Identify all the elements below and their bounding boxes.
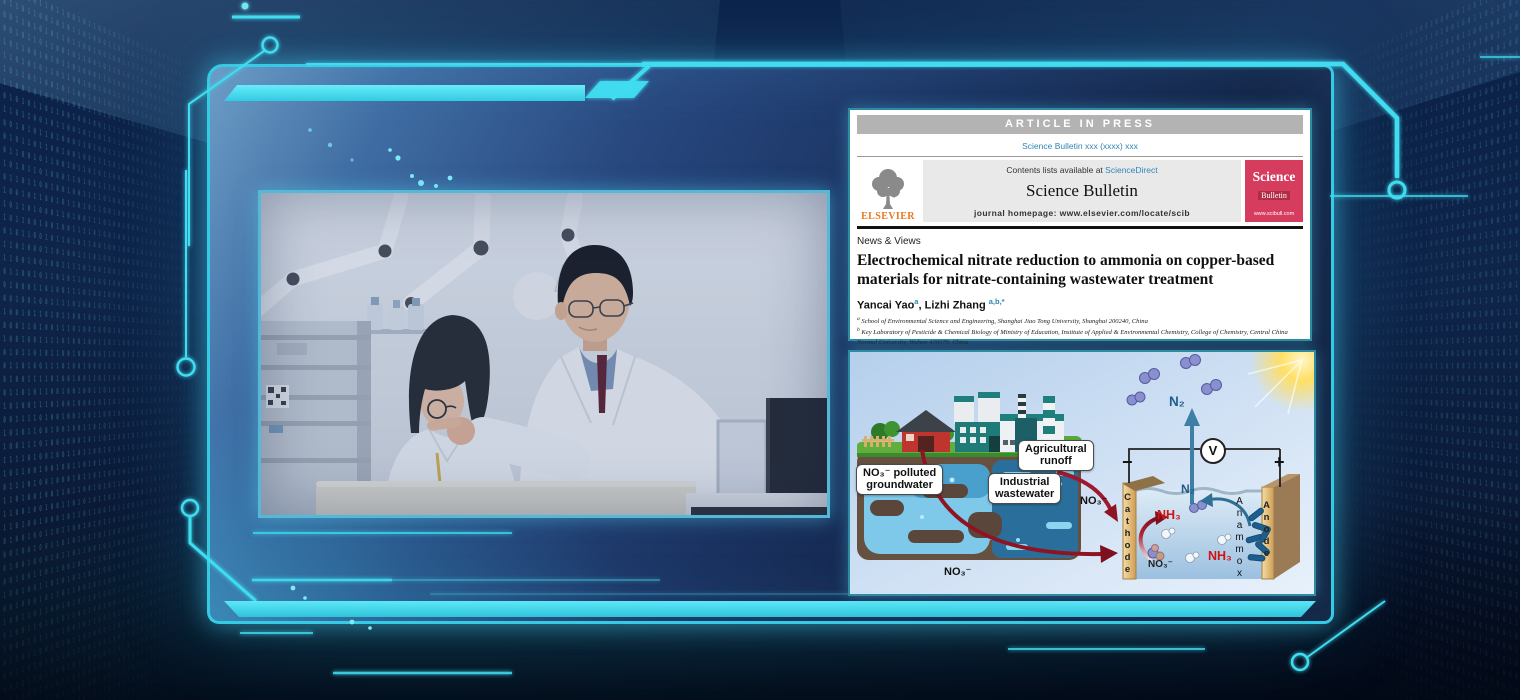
frame-top-step-bar bbox=[224, 85, 585, 101]
journal-homepage[interactable]: journal homepage: www.elsevier.com/locat… bbox=[923, 208, 1241, 218]
n2-label-cell: N₂ bbox=[1181, 482, 1195, 496]
author-2-affil-sup: a,b,* bbox=[989, 297, 1005, 306]
groundwater-label: NO₃⁻ pollutedgroundwater bbox=[856, 464, 943, 495]
elsevier-logo[interactable]: ELSEVIER bbox=[857, 160, 919, 222]
logo-word-science: Science bbox=[1245, 169, 1303, 185]
voltmeter: V bbox=[1200, 438, 1226, 464]
nh3-label-cathode: NH₃ bbox=[1157, 508, 1181, 522]
sun bbox=[1248, 352, 1314, 414]
photo-blue-tint bbox=[261, 193, 827, 515]
promo-graphic: 1011010001101001110100100010110110010110… bbox=[0, 0, 1520, 700]
article-in-press-banner: ARTICLE IN PRESS bbox=[857, 115, 1303, 134]
anammox-label: Anammox bbox=[1234, 496, 1245, 580]
article-title-line2: materials for nitrate-containing wastewa… bbox=[857, 271, 1303, 290]
frame-bottom-bar bbox=[224, 601, 1316, 617]
thick-divider bbox=[857, 226, 1303, 229]
author-1[interactable]: Yancai Yao bbox=[857, 299, 914, 311]
minus-terminal: − bbox=[1122, 452, 1133, 473]
section-label: News & Views bbox=[857, 236, 1303, 247]
contents-line: Contents lists available at ScienceDirec… bbox=[923, 165, 1241, 175]
chimney-thin bbox=[1018, 394, 1026, 418]
elsevier-tree-icon bbox=[867, 166, 909, 210]
no3-label-lower: NO₃⁻ bbox=[944, 565, 971, 578]
journal-article-panel: ARTICLE IN PRESS Science Bulletin xxx (x… bbox=[848, 108, 1312, 341]
no3-label-cell: NO₃⁻ bbox=[1148, 559, 1173, 570]
journal-masthead: Contents lists available at ScienceDirec… bbox=[923, 160, 1241, 222]
article-title-line1: Electrochemical nitrate reduction to amm… bbox=[857, 252, 1303, 271]
cathode-label: Cathode bbox=[1122, 492, 1133, 580]
journal-header: ELSEVIER Contents lists available at Sci… bbox=[857, 160, 1303, 222]
logo-url: www.scibull.com bbox=[1245, 211, 1303, 217]
lab-photo bbox=[258, 190, 830, 518]
no3-label-upper: NO₃⁻ bbox=[1080, 494, 1107, 507]
anode-label: Anode bbox=[1261, 500, 1272, 578]
elsevier-wordmark: ELSEVIER bbox=[861, 211, 915, 222]
industrial-wastewater-label: Industrialwastewater bbox=[988, 473, 1061, 504]
journal-title: Science Bulletin bbox=[923, 181, 1241, 201]
sciencedirect-link[interactable]: ScienceDirect bbox=[1105, 165, 1157, 175]
logo-word-bulletin: Bulletin bbox=[1258, 191, 1290, 200]
agricultural-runoff-label: Agriculturalrunoff bbox=[1018, 440, 1094, 471]
author-2[interactable]: Lizhi Zhang bbox=[925, 299, 986, 311]
article-title: Electrochemical nitrate reduction to amm… bbox=[857, 252, 1303, 290]
graphical-abstract-panel: NO₃⁻ pollutedgroundwater Agriculturalrun… bbox=[848, 350, 1316, 596]
author-line: Yancai Yaoa, Lizhi Zhang a,b,* bbox=[857, 297, 1303, 312]
chimney-striped bbox=[1043, 396, 1055, 442]
citation-line[interactable]: Science Bulletin xxx (xxxx) xxx bbox=[850, 141, 1310, 151]
anode-side-face bbox=[1274, 474, 1300, 579]
affiliation-a: a School of Environmental Science and En… bbox=[857, 316, 1303, 327]
fence bbox=[862, 436, 894, 447]
n2-label-top: N₂ bbox=[1169, 394, 1185, 409]
affiliations: a School of Environmental Science and En… bbox=[857, 316, 1303, 347]
divider bbox=[857, 156, 1303, 157]
plus-terminal: + bbox=[1274, 452, 1285, 473]
nh3-label-anode: NH₃ bbox=[1208, 549, 1232, 563]
affiliation-b: b Key Laboratory of Pesticide & Chemical… bbox=[857, 327, 1303, 347]
science-bulletin-cover-logo: Science Bulletin www.scibull.com bbox=[1245, 160, 1303, 222]
